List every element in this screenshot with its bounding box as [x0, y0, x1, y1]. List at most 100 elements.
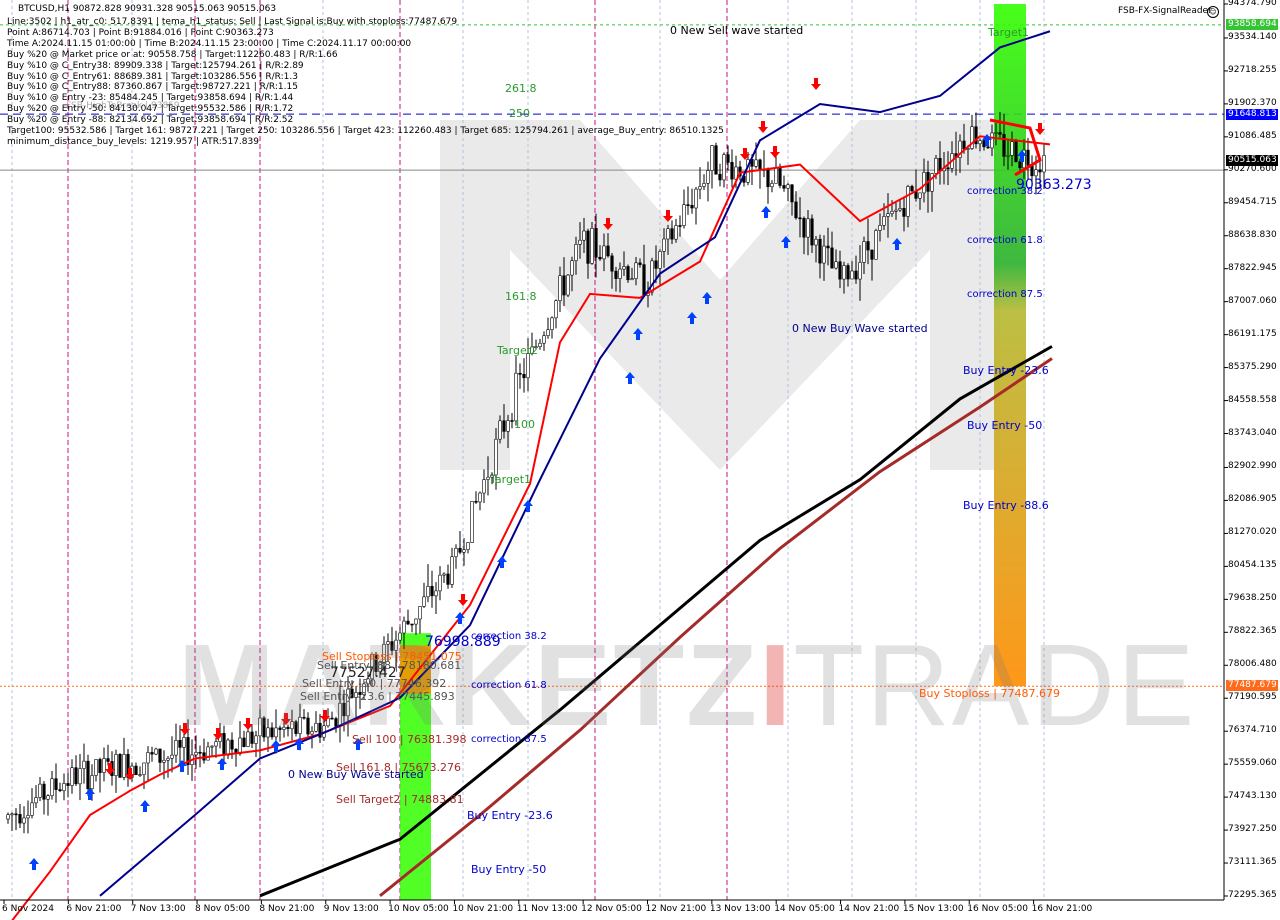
sell-entry-50-label: Sell Entry -50 | 77746.392	[302, 677, 447, 690]
candle-body	[86, 760, 90, 790]
price-tick-label: 87007.060	[1228, 295, 1277, 306]
candle-body	[654, 260, 658, 269]
candle-body	[146, 752, 150, 764]
price-tick-label: 73927.250	[1228, 824, 1277, 835]
candle-body	[878, 225, 882, 231]
buy-stoploss-label: Buy Stoploss | 77487.679	[919, 687, 1060, 700]
candle-body	[698, 186, 702, 190]
candle-body	[82, 760, 86, 769]
price-tick-label: 87822.945	[1228, 262, 1277, 273]
fsb-overlay-label: FSB-HighToBreak | 93859	[66, 101, 180, 111]
candle-body	[990, 132, 994, 149]
candle-body	[922, 171, 926, 194]
candle-body	[546, 329, 550, 336]
info-line: Buy %20 @ Entry -88: 82134.692 | Target:…	[7, 115, 294, 126]
info-line: Line:3502 | h1_atr_c0: 517.8391 | tema_h…	[7, 17, 458, 27]
candle-body	[170, 754, 174, 759]
price-tick-label: 93534.140	[1228, 31, 1277, 42]
candle-body	[42, 783, 46, 800]
candle-body	[98, 759, 102, 773]
brand-label: FSB-FX-SignalReader	[1118, 6, 1212, 16]
candle-body	[462, 549, 466, 553]
candle-body	[930, 173, 934, 192]
candle-body	[578, 239, 582, 245]
candle-body	[430, 586, 434, 597]
candle-body	[102, 758, 106, 773]
candle-body	[518, 372, 522, 375]
candle-body	[882, 216, 886, 226]
price-tick-label: 80454.135	[1228, 560, 1277, 571]
correction-875-left-label: correction 87.5	[471, 734, 547, 745]
candle-body	[714, 145, 718, 175]
candle-body	[26, 815, 30, 819]
buy-entry-236-right-label: Buy Entry -23.6	[963, 364, 1049, 377]
candle-body	[526, 353, 530, 379]
candle-body	[502, 420, 506, 432]
candle-body	[442, 573, 446, 576]
buy-entry-50-left-label: Buy Entry -50	[471, 863, 547, 876]
candle-body	[582, 230, 586, 241]
time-tick-label: 10 Nov 21:00	[452, 904, 514, 914]
symbol-line: BTCUSD,H1 90872.828 90931.328 90515.063 …	[18, 4, 277, 14]
candle-body	[938, 157, 942, 172]
candle-body	[662, 238, 666, 252]
candle-body	[166, 757, 170, 761]
new-buy-wave-left-label: 0 New Buy Wave started	[288, 768, 424, 781]
candle-body	[154, 748, 158, 755]
candle-body	[94, 759, 98, 776]
candle-body	[58, 789, 62, 792]
candle-body	[830, 247, 834, 269]
candle-body	[622, 266, 626, 270]
candle-body	[790, 184, 794, 203]
candle-body	[758, 159, 762, 171]
current-price-box: 90515.063	[1226, 155, 1278, 166]
info-line: Buy %10 @ C_Entry88: 87360.867 | Target:…	[7, 82, 298, 93]
time-tick-label: 13 Nov 13:00	[709, 904, 771, 914]
price-tick-label: 86191.175	[1228, 328, 1277, 339]
correction-618-right-label: correction 61.8	[967, 235, 1043, 246]
candle-body	[550, 317, 554, 330]
candle-body	[674, 225, 678, 240]
time-tick-label: 14 Nov 21:00	[838, 904, 900, 914]
time-tick-label: 6 Nov 21:00	[66, 904, 122, 914]
candle-body	[34, 797, 38, 804]
candle-body	[138, 774, 142, 776]
candle-body	[618, 268, 622, 279]
candle-body	[594, 228, 598, 258]
candle-body	[174, 740, 178, 756]
candle-body	[866, 241, 870, 251]
candle-body	[514, 372, 518, 422]
fib-100-label: 100	[514, 418, 535, 431]
right-buy-zone	[994, 4, 1026, 687]
new-buy-wave-right-label: 0 New Buy Wave started	[792, 322, 928, 335]
candle-body	[1018, 161, 1022, 169]
fib-1618-label: 161.8	[505, 290, 537, 303]
candle-body	[918, 192, 922, 199]
target-price-box: 93858.694	[1226, 19, 1278, 30]
candle-body	[838, 261, 842, 280]
price-tick-label: 77190.595	[1228, 692, 1277, 703]
line250-price-box: 91648.813	[1226, 109, 1278, 120]
candle-body	[722, 154, 726, 181]
candle-body	[494, 438, 498, 476]
info-line: Buy %10 @ C_Entry61: 88689.381 | Target:…	[7, 71, 298, 82]
candle-body	[22, 817, 26, 824]
candle-body	[458, 547, 462, 553]
candle-body	[610, 255, 614, 272]
price-tick-label: 81270.020	[1228, 527, 1277, 538]
time-tick-label: 16 Nov 21:00	[1031, 904, 1093, 914]
candle-body	[890, 210, 894, 214]
candle-body	[134, 765, 138, 776]
candle-body	[798, 217, 802, 220]
candle-body	[114, 754, 118, 776]
candle-body	[18, 814, 22, 824]
price-tick-label: 88638.830	[1228, 229, 1277, 240]
sell-100-label: Sell 100 | 76381.398	[352, 733, 467, 746]
candle-body	[794, 201, 798, 219]
time-tick-label: 10 Nov 05:00	[388, 904, 449, 914]
candle-body	[994, 132, 998, 134]
price-tick-label: 89454.715	[1228, 196, 1277, 207]
time-tick-label: 15 Nov 13:00	[902, 904, 964, 914]
time-tick-label: 12 Nov 21:00	[645, 904, 707, 914]
price-tick-label: 76374.710	[1228, 725, 1277, 736]
